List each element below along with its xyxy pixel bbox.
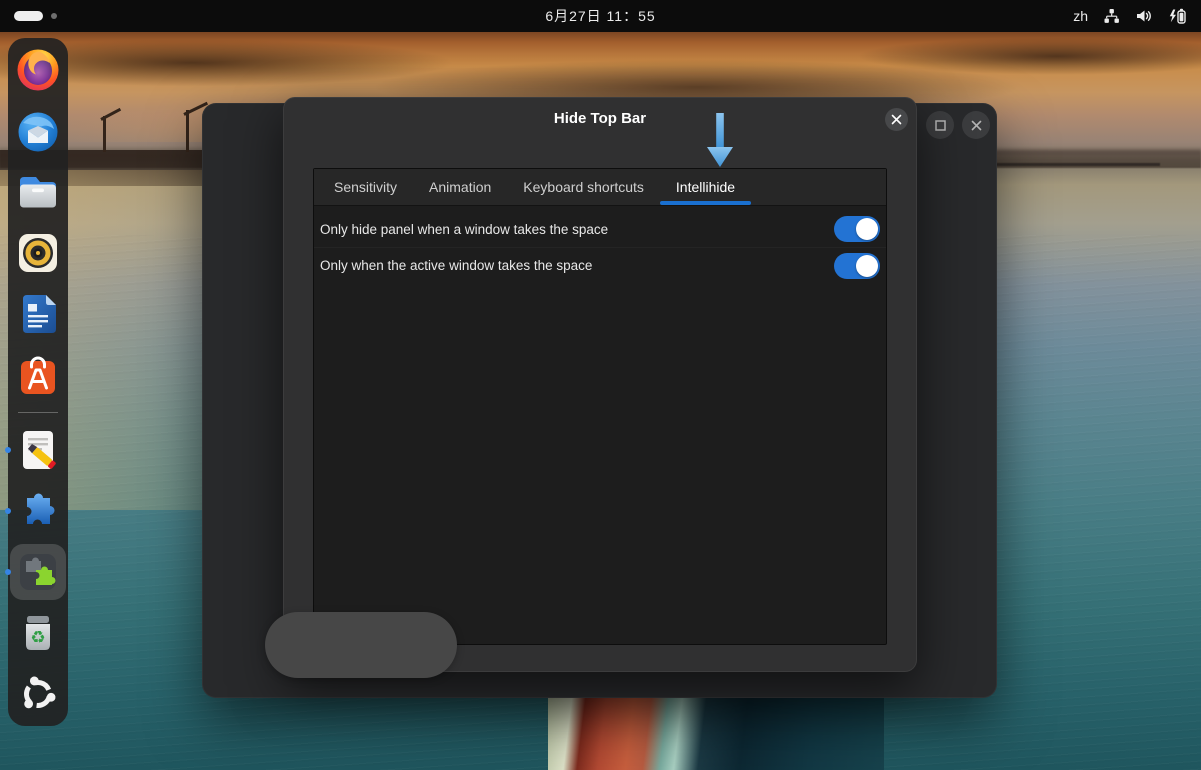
toggle-knob xyxy=(856,218,878,240)
libreoffice-writer-icon xyxy=(14,290,62,338)
extension-manager-icon xyxy=(14,548,62,596)
toggle-switch[interactable] xyxy=(834,253,880,279)
tab-sensitivity[interactable]: Sensitivity xyxy=(318,169,413,205)
setting-label: Only hide panel when a window takes the … xyxy=(320,222,834,237)
running-indicator-dot xyxy=(5,447,11,453)
extensions-puzzle-icon xyxy=(14,487,62,535)
harbor-crane xyxy=(186,110,189,152)
ubuntu-software-icon xyxy=(14,351,62,399)
breakwater xyxy=(980,163,1160,166)
dock-item-rhythmbox[interactable] xyxy=(14,229,62,277)
trash-icon: ♻ xyxy=(14,609,62,657)
clock[interactable]: 6月27日 11：55 xyxy=(0,6,1201,26)
dock-item-libreoffice-writer[interactable] xyxy=(14,290,62,338)
maximize-icon xyxy=(935,120,946,131)
text-editor-icon xyxy=(14,426,62,474)
recycle-glyph: ♻ xyxy=(30,628,45,647)
dock-item-trash[interactable]: ♻ xyxy=(14,609,62,657)
dock-item-extension-manager[interactable] xyxy=(14,548,62,596)
dock-item-files[interactable] xyxy=(14,168,62,216)
volume-icon xyxy=(1135,8,1152,24)
close-button[interactable] xyxy=(962,111,990,139)
rhythmbox-icon xyxy=(14,229,62,277)
dialog-title: Hide Top Bar xyxy=(283,110,917,127)
files-folder-icon xyxy=(14,168,62,216)
dock-item-ubuntu-software[interactable] xyxy=(14,351,62,399)
dock-item-show-apps[interactable] xyxy=(14,670,62,718)
toggle-knob xyxy=(856,255,878,277)
close-icon xyxy=(891,114,902,125)
network-icon xyxy=(1103,8,1120,24)
close-icon xyxy=(971,120,982,131)
dock: ♻ xyxy=(8,38,68,726)
top-bar: 6月27日 11：55 zh xyxy=(0,0,1201,32)
dock-item-thunderbird[interactable] xyxy=(14,107,62,155)
maximize-button[interactable] xyxy=(926,111,954,139)
tab-bar: Sensitivity Animation Keyboard shortcuts… xyxy=(314,169,886,206)
running-indicator-dot xyxy=(5,569,11,575)
setting-label: Only when the active window takes the sp… xyxy=(320,258,834,273)
dock-item-text-editor[interactable] xyxy=(14,426,62,474)
running-indicator-dot xyxy=(5,508,11,514)
harbor-crane xyxy=(103,116,106,152)
thunderbird-icon xyxy=(14,107,62,155)
battery-charging-icon xyxy=(1167,8,1187,24)
redacted-osd-pill xyxy=(265,612,457,678)
system-tray[interactable]: zh xyxy=(1073,0,1187,32)
setting-row: Only when the active window takes the sp… xyxy=(314,247,886,283)
toggle-switch[interactable] xyxy=(834,216,880,242)
setting-row: Only hide panel when a window takes the … xyxy=(314,211,886,247)
keyboard-layout-indicator[interactable]: zh xyxy=(1073,8,1088,24)
annotation-arrow-down-icon xyxy=(705,113,735,167)
preferences-notebook: Sensitivity Animation Keyboard shortcuts… xyxy=(313,168,887,645)
ship-hull-strip xyxy=(548,696,884,770)
hide-top-bar-dialog: Hide Top Bar Sensitivity Animation Keybo… xyxy=(283,97,917,672)
dock-item-firefox[interactable] xyxy=(14,46,62,94)
show-apps-ubuntu-icon xyxy=(14,670,62,718)
dialog-close-button[interactable] xyxy=(885,108,908,131)
tab-intellihide[interactable]: Intellihide xyxy=(660,169,751,205)
tab-animation[interactable]: Animation xyxy=(413,169,507,205)
firefox-icon xyxy=(14,46,62,94)
tab-keyboard-shortcuts[interactable]: Keyboard shortcuts xyxy=(507,169,660,205)
dock-divider xyxy=(18,412,58,413)
desktop: Hide Top Bar Sensitivity Animation Keybo… xyxy=(0,0,1201,770)
dock-item-extensions[interactable] xyxy=(14,487,62,535)
tab-panel-intellihide: Only hide panel when a window takes the … xyxy=(314,206,886,283)
